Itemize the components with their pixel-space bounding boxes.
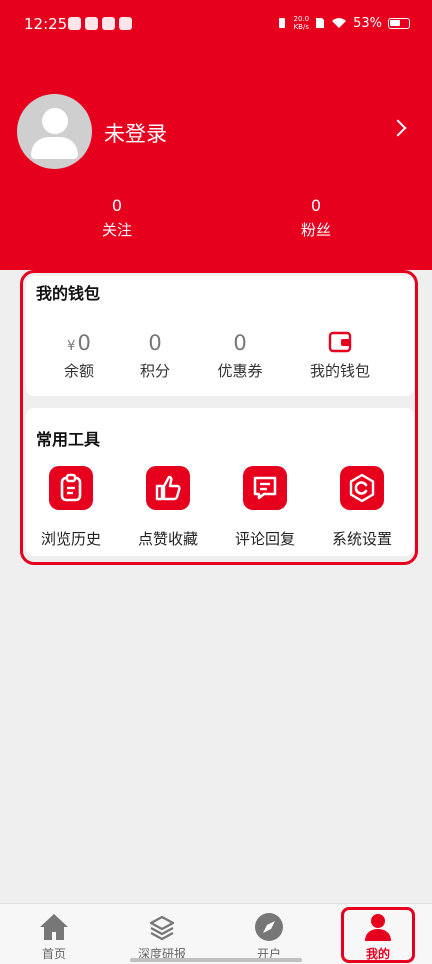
tab-research[interactable]: 深度研报 <box>117 912 207 962</box>
sim-icon <box>316 18 325 28</box>
app-notification-icon <box>68 17 81 30</box>
wifi-icon <box>332 18 347 28</box>
stat-following[interactable]: 0 关注 <box>77 196 157 240</box>
net-speed: 20.0 KB/s <box>293 15 310 31</box>
app-notification-icon <box>119 17 132 30</box>
notification-icons <box>68 17 132 30</box>
battery-percent: 53% <box>353 15 382 31</box>
home-icon <box>40 914 68 940</box>
app-notification-icon <box>102 17 115 30</box>
username[interactable]: 未登录 <box>104 118 167 148</box>
tab-open-account[interactable]: 开户 <box>224 912 314 962</box>
battery-icon <box>388 17 410 29</box>
layers-icon <box>149 915 175 941</box>
compass-icon <box>255 913 283 941</box>
tab-home[interactable]: 首页 <box>9 912 99 962</box>
app-notification-icon <box>85 17 98 30</box>
status-time: 12:25 <box>24 15 68 33</box>
active-tab-outline <box>341 907 415 963</box>
avatar[interactable] <box>17 94 92 169</box>
stat-fans[interactable]: 0 粉丝 <box>276 196 356 240</box>
status-bar: 12:25 20.0 KB/s 53% <box>0 0 432 48</box>
vibrate-icon <box>278 18 285 28</box>
home-indicator <box>130 958 302 962</box>
highlight-outline <box>20 270 418 565</box>
